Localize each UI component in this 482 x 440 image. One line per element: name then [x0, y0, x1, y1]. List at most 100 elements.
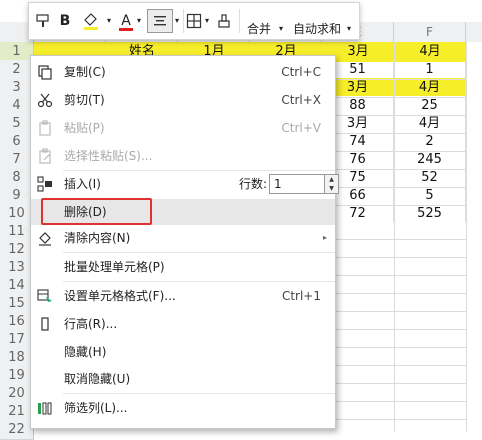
menu-label: 清除内容(N)	[64, 231, 131, 245]
menu-label: 行高(R)...	[64, 317, 118, 331]
row-header[interactable]: 17	[0, 330, 34, 350]
cell-f1[interactable]: 4月	[394, 42, 466, 62]
cell-f[interactable]: 4月	[394, 78, 466, 98]
paste-special-icon	[39, 148, 51, 164]
menu-label: 筛选列(L)...	[64, 401, 128, 415]
row-header[interactable]: 8	[0, 168, 34, 188]
cell-f[interactable]: 525	[394, 204, 466, 224]
row-header[interactable]: 12	[0, 240, 34, 260]
menu-shortcut: Ctrl+C	[281, 65, 321, 79]
copy-icon	[38, 65, 52, 80]
menu-item-row-height[interactable]: 行高(R)...	[31, 311, 335, 337]
menu-shortcut: Ctrl+V	[281, 121, 321, 135]
filter-column-icon	[38, 402, 52, 415]
menu-label: 批量处理单元格(P)	[64, 260, 165, 274]
row-header[interactable]: 11	[0, 222, 34, 242]
menu-item-hide[interactable]: 隐藏(H)	[31, 339, 335, 365]
borders-button[interactable]	[185, 9, 203, 33]
fill-color-button[interactable]	[77, 9, 105, 33]
chevron-down-icon[interactable]: ▾	[135, 9, 143, 33]
row-header[interactable]: 3	[0, 78, 34, 98]
font-color-swatch	[119, 28, 133, 31]
row-header[interactable]: 18	[0, 348, 34, 368]
stepper-down-icon[interactable]: ▼	[324, 184, 338, 193]
menu-divider	[63, 252, 335, 253]
toolbar-divider	[183, 9, 184, 33]
toolbar-divider	[239, 9, 240, 33]
fill-bucket-icon	[84, 13, 98, 30]
cell-f[interactable]: 5	[394, 186, 466, 206]
row-header[interactable]: 1	[0, 42, 34, 62]
menu-shortcut: Ctrl+1	[281, 289, 321, 303]
bold-button[interactable]: B	[57, 9, 73, 33]
cell-f[interactable]: 25	[394, 96, 466, 116]
format-painter-icon	[36, 14, 49, 27]
col-header-f[interactable]: F	[394, 22, 466, 42]
menu-label: 选择性粘贴(S)...	[64, 149, 153, 163]
cell-f[interactable]: 52	[394, 168, 466, 188]
stepper-up-icon[interactable]: ▲	[324, 175, 338, 184]
menu-label: 插入(I)	[64, 177, 101, 191]
merge-label: 合并	[247, 22, 272, 36]
cell-f[interactable]: 245	[394, 150, 466, 170]
menu-shortcut: Ctrl+X	[281, 93, 321, 107]
menu-item-format-cells[interactable]: 设置单元格格式(F)... Ctrl+1	[31, 283, 335, 309]
chevron-down-icon[interactable]: ▾	[105, 9, 113, 33]
chevron-down-icon: ▾	[347, 24, 352, 33]
menu-item-unhide[interactable]: 取消隐藏(U)	[31, 366, 335, 392]
row-header[interactable]: 9	[0, 186, 34, 206]
row-header[interactable]: 21	[0, 402, 34, 422]
menu-item-cut[interactable]: 剪切(T) Ctrl+X	[31, 87, 335, 113]
align-center-button[interactable]	[147, 9, 173, 33]
cell-f[interactable]: 2	[394, 132, 466, 152]
cell-f[interactable]: 1	[394, 60, 466, 80]
font-color-button[interactable]: A	[117, 9, 135, 33]
row-header[interactable]: 2	[0, 60, 34, 80]
scissors-icon	[37, 93, 53, 108]
menu-divider	[63, 281, 335, 282]
menu-item-copy[interactable]: 复制(C) Ctrl+C	[31, 59, 335, 85]
menu-item-batch-process[interactable]: 批量处理单元格(P)	[31, 254, 335, 280]
borders-icon	[186, 13, 202, 29]
delete-highlight-box	[41, 198, 152, 225]
menu-item-filter-column[interactable]: 筛选列(L)...	[31, 395, 335, 421]
row-header[interactable]: 7	[0, 150, 34, 170]
menu-item-clear-content[interactable]: 清除内容(N) ▸	[31, 225, 335, 251]
row-count-stepper[interactable]: 1 ▲ ▼	[269, 174, 339, 194]
row-header[interactable]: 13	[0, 258, 34, 278]
menu-label: 复制(C)	[64, 65, 106, 79]
merge-button[interactable]: 合并 ▾	[243, 9, 293, 36]
autosum-button[interactable]: 自动求和 ▾	[291, 9, 357, 36]
chevron-down-icon[interactable]: ▾	[203, 9, 211, 33]
scroll-gutter	[466, 42, 482, 432]
format-painter-button[interactable]	[33, 9, 53, 33]
row-header[interactable]: 10	[0, 204, 34, 224]
row-header[interactable]: 14	[0, 276, 34, 296]
row-header[interactable]: 22	[0, 420, 34, 440]
menu-item-paste[interactable]: 粘贴(P) Ctrl+V	[31, 115, 335, 141]
eraser-button[interactable]	[213, 9, 235, 33]
row-header[interactable]: 5	[0, 114, 34, 134]
row-count-value: 1	[274, 177, 282, 191]
menu-label: 取消隐藏(U)	[64, 372, 131, 386]
grid-line	[394, 222, 395, 432]
menu-label: 粘贴(P)	[64, 121, 105, 135]
chevron-down-icon[interactable]: ▾	[173, 9, 181, 33]
menu-item-insert[interactable]: 插入(I) 行数: 1 ▲ ▼	[31, 171, 339, 197]
autosum-label: 自动求和	[293, 22, 342, 36]
context-menu: 复制(C) Ctrl+C 剪切(T) Ctrl+X 粘贴(P) Ctrl+V 选…	[30, 55, 339, 429]
row-header[interactable]: 20	[0, 384, 34, 404]
menu-label: 隐藏(H)	[64, 345, 107, 359]
row-header[interactable]: 19	[0, 366, 34, 386]
row-header[interactable]: 4	[0, 96, 34, 116]
row-count-label: 行数:	[239, 177, 268, 191]
insert-row-icon	[37, 176, 52, 192]
row-header[interactable]: 16	[0, 312, 34, 332]
eraser-icon	[218, 14, 230, 28]
row-height-icon	[41, 317, 49, 331]
menu-item-paste-special[interactable]: 选择性粘贴(S)...	[31, 143, 335, 169]
cell-f[interactable]: 4月	[394, 114, 466, 134]
format-cells-icon	[37, 289, 52, 302]
row-header[interactable]: 15	[0, 294, 34, 314]
row-header[interactable]: 6	[0, 132, 34, 152]
